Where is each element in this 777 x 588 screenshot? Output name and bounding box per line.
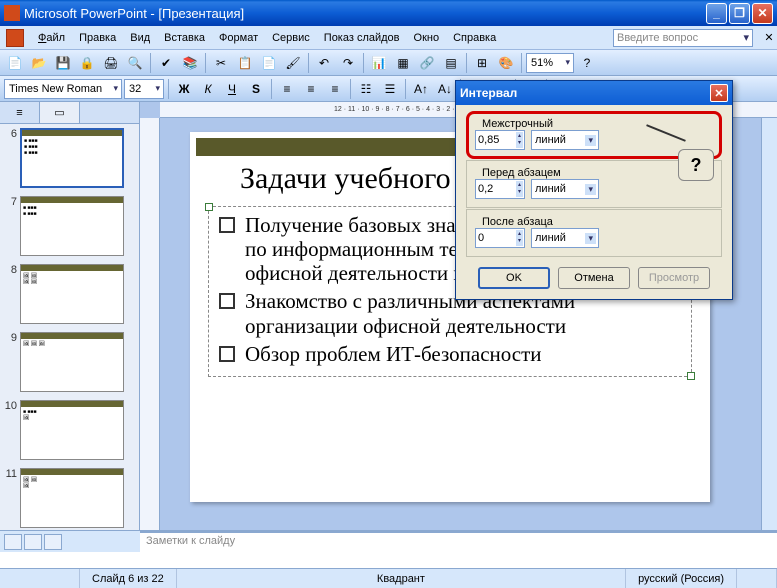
slide-thumbnail[interactable]: 9🖼 🖼 🖼 xyxy=(4,332,135,392)
preview-button[interactable]: 🔍 xyxy=(124,52,146,74)
slideshow-view-button[interactable] xyxy=(44,534,62,550)
slides-tab[interactable]: ▭ xyxy=(40,102,80,123)
sorter-view-button[interactable] xyxy=(24,534,42,550)
paste-button[interactable]: 📄 xyxy=(258,52,280,74)
increase-font-button[interactable]: A↑ xyxy=(410,78,432,100)
format-painter-button[interactable]: 🖌 xyxy=(282,52,304,74)
font-name-combo[interactable]: Times New Roman xyxy=(4,79,122,99)
numbering-button[interactable]: ☷ xyxy=(355,78,377,100)
cancel-button[interactable]: Отмена xyxy=(558,267,630,289)
bold-button[interactable]: Ж xyxy=(173,78,195,100)
after-paragraph-label: После абзаца xyxy=(479,216,556,228)
help-search-box[interactable]: Введите вопрос xyxy=(613,29,753,47)
menu-help[interactable]: Справка xyxy=(447,30,502,46)
slide-thumbnail[interactable]: 7■ ■■■■ ■■■ xyxy=(4,196,135,256)
thumbnail-list: 6■ ■■■■ ■■■■ ■■■ 7■ ■■■■ ■■■ 8🖼 🖼🖼 🖼 9🖼 … xyxy=(0,124,139,552)
table-button[interactable]: ▦ xyxy=(392,52,414,74)
preview-button[interactable]: Просмотр xyxy=(638,267,710,289)
menu-view[interactable]: Вид xyxy=(124,30,156,46)
spelling-button[interactable]: ✔ xyxy=(155,52,177,74)
thumbnail-pane: ≡ ▭ 6■ ■■■■ ■■■■ ■■■ 7■ ■■■■ ■■■ 8🖼 🖼🖼 🖼… xyxy=(0,102,140,552)
copy-button[interactable]: 📋 xyxy=(234,52,256,74)
chart-button[interactable]: 📊 xyxy=(368,52,390,74)
new-button[interactable]: 📄 xyxy=(4,52,26,74)
slide-thumbnail[interactable]: 11🖼 🖼🖼 xyxy=(4,468,135,528)
document-close-button[interactable]: ✕ xyxy=(761,31,777,45)
vertical-scrollbar[interactable] xyxy=(761,118,777,552)
align-center-button[interactable]: ≡ xyxy=(300,78,322,100)
menu-format[interactable]: Формат xyxy=(213,30,264,46)
align-left-button[interactable]: ≡ xyxy=(276,78,298,100)
align-right-button[interactable]: ≡ xyxy=(324,78,346,100)
normal-view-button[interactable] xyxy=(4,534,22,550)
menu-insert[interactable]: Вставка xyxy=(158,30,211,46)
view-buttons xyxy=(0,530,140,552)
slide-thumbnail[interactable]: 6■ ■■■■ ■■■■ ■■■ xyxy=(4,128,135,188)
menu-tools[interactable]: Сервис xyxy=(266,30,316,46)
before-value[interactable]: 0,2 xyxy=(475,179,525,199)
line-spacing-dialog: Интервал ✕ Межстрочный 0,85 линий Перед … xyxy=(455,80,733,300)
print-button[interactable]: 🖨 xyxy=(100,52,122,74)
font-size-combo[interactable]: 32 xyxy=(124,79,164,99)
menu-slideshow[interactable]: Показ слайдов xyxy=(318,30,406,46)
standard-toolbar: 📄 📂 💾 🔒 🖨 🔍 ✔ 📚 ✂ 📋 📄 🖌 ↶ ↷ 📊 ▦ 🔗 ▤ ⊞ 🎨 … xyxy=(0,50,777,76)
line-spacing-value[interactable]: 0,85 xyxy=(475,130,525,150)
bullets-button[interactable]: ☰ xyxy=(379,78,401,100)
slide-thumbnail[interactable]: 10■ ■■■🖼 xyxy=(4,400,135,460)
dialog-titlebar[interactable]: Интервал ✕ xyxy=(456,81,732,105)
slide-thumbnail[interactable]: 8🖼 🖼🖼 🖼 xyxy=(4,264,135,324)
menu-file[interactable]: Файл xyxy=(32,30,71,46)
ok-button[interactable]: OK xyxy=(478,267,550,289)
underline-button[interactable]: Ч xyxy=(221,78,243,100)
vertical-ruler xyxy=(140,118,160,552)
close-button[interactable]: ✕ xyxy=(752,3,773,24)
before-unit[interactable]: линий xyxy=(531,179,599,199)
menu-window[interactable]: Окно xyxy=(408,30,446,46)
line-spacing-unit[interactable]: линий xyxy=(531,130,599,150)
line-spacing-label: Межстрочный xyxy=(479,118,556,130)
notes-pane[interactable]: Заметки к слайду xyxy=(140,530,777,552)
cut-button[interactable]: ✂ xyxy=(210,52,232,74)
color-button[interactable]: 🎨 xyxy=(495,52,517,74)
bullet-icon xyxy=(219,293,235,309)
help-callout[interactable]: ? xyxy=(678,149,714,181)
after-value[interactable]: 0 xyxy=(475,228,525,248)
open-button[interactable]: 📂 xyxy=(28,52,50,74)
shadow-button[interactable]: S xyxy=(245,78,267,100)
status-slide-number: Слайд 6 из 22 xyxy=(80,569,177,588)
show-grid-button[interactable]: ⊞ xyxy=(471,52,493,74)
window-title: Microsoft PowerPoint - [Презентация] xyxy=(24,6,706,21)
status-language[interactable]: русский (Россия) xyxy=(626,569,737,588)
hyperlink-button[interactable]: 🔗 xyxy=(416,52,438,74)
dialog-title: Интервал xyxy=(460,86,517,100)
zoom-combo[interactable]: 51% xyxy=(526,53,574,73)
help-button[interactable]: ? xyxy=(576,52,598,74)
redo-button[interactable]: ↷ xyxy=(337,52,359,74)
document-icon[interactable] xyxy=(6,29,24,47)
before-paragraph-label: Перед абзацем xyxy=(479,167,564,179)
save-button[interactable]: 💾 xyxy=(52,52,74,74)
menu-edit[interactable]: Правка xyxy=(73,30,122,46)
bullet-text[interactable]: Обзор проблем ИТ-безопасности xyxy=(245,342,542,366)
bullet-icon xyxy=(219,346,235,362)
minimize-button[interactable]: _ xyxy=(706,3,727,24)
permission-button[interactable]: 🔒 xyxy=(76,52,98,74)
menu-bar: Файл Правка Вид Вставка Формат Сервис По… xyxy=(0,26,777,50)
undo-button[interactable]: ↶ xyxy=(313,52,335,74)
bullet-icon xyxy=(219,217,235,233)
powerpoint-icon xyxy=(4,5,20,21)
italic-button[interactable]: К xyxy=(197,78,219,100)
maximize-button[interactable]: ❐ xyxy=(729,3,750,24)
dialog-close-button[interactable]: ✕ xyxy=(710,84,728,102)
status-bar: Слайд 6 из 22 Квадрант русский (Россия) xyxy=(0,568,777,588)
research-button[interactable]: 📚 xyxy=(179,52,201,74)
after-unit[interactable]: линий xyxy=(531,228,599,248)
decrease-font-button[interactable]: A↓ xyxy=(434,78,456,100)
outline-tab[interactable]: ≡ xyxy=(0,102,40,123)
tables-borders-button[interactable]: ▤ xyxy=(440,52,462,74)
after-paragraph-group: После абзаца 0 линий xyxy=(466,209,722,257)
status-design: Квадрант xyxy=(177,569,626,588)
title-bar: Microsoft PowerPoint - [Презентация] _ ❐… xyxy=(0,0,777,26)
